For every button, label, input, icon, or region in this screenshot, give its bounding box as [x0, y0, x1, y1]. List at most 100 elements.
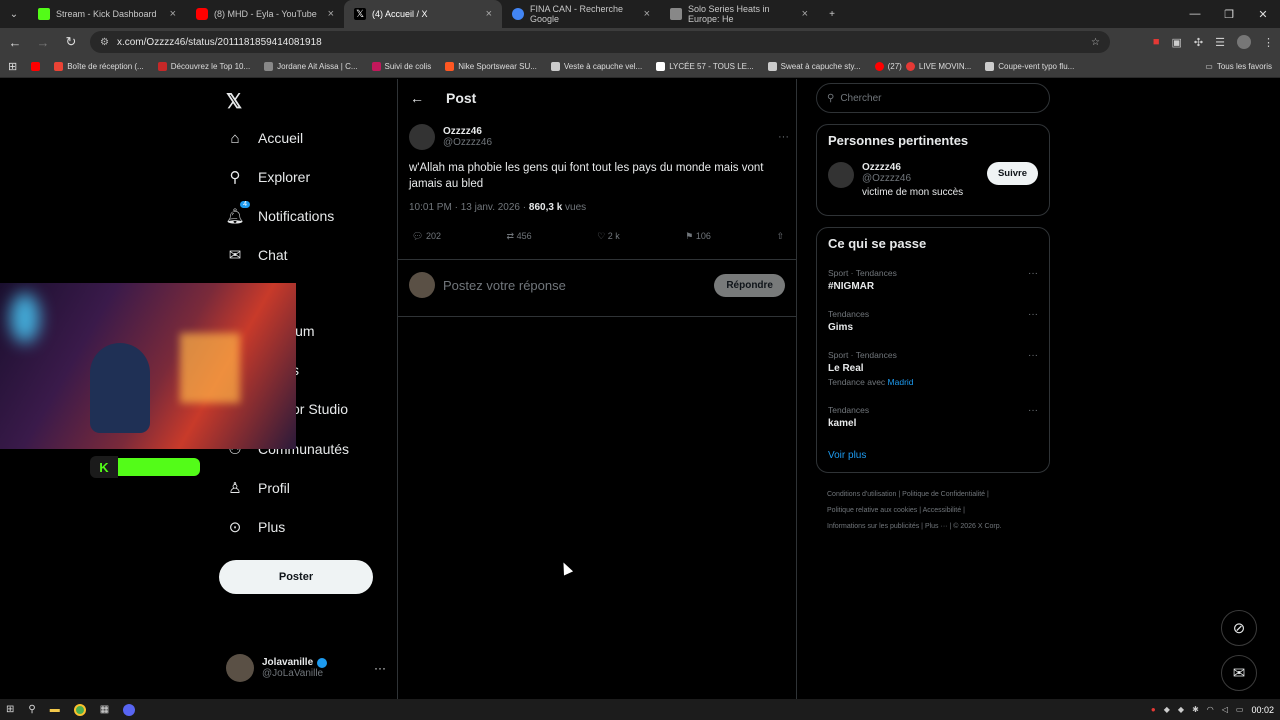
bookmark-item[interactable]: LYCÉE 57 - TOUS LE...	[656, 62, 754, 71]
new-tab-icon[interactable]: +	[818, 0, 846, 28]
nav-item-plus[interactable]: ⊙ Plus	[226, 518, 286, 536]
nav-item-chat[interactable]: ✉ Chat	[226, 246, 288, 264]
extension-icon[interactable]: ▣	[1172, 36, 1182, 49]
file-explorer-icon[interactable]: ▬	[50, 704, 60, 715]
extension-icon[interactable]: ■	[1153, 36, 1160, 48]
trend-item[interactable]: Tendances kamel ···	[828, 405, 1038, 429]
trend-more-icon[interactable]: ···	[1028, 268, 1038, 279]
trend-more-icon[interactable]: ···	[1028, 309, 1038, 320]
bookmark-action[interactable]: ⚑ 106	[685, 231, 711, 242]
follow-button[interactable]: Suivre	[986, 162, 1038, 185]
tray-icon[interactable]: ◆	[1178, 705, 1184, 714]
kebab-menu-icon[interactable]: ⋮	[1263, 36, 1274, 49]
x-logo-icon[interactable]: 𝕏	[226, 89, 242, 114]
back-icon[interactable]: ←	[6, 35, 24, 50]
trend-more-icon[interactable]: ···	[1028, 350, 1038, 361]
back-arrow-icon[interactable]: ←	[410, 90, 424, 106]
grok-button[interactable]: ⊘	[1221, 610, 1257, 646]
search-input[interactable]: ⚲ Chercher	[816, 83, 1050, 113]
apps-grid-icon[interactable]: ⊞	[8, 60, 17, 73]
author-handle[interactable]: @Ozzzz46	[443, 137, 492, 148]
more-dots-icon[interactable]: ···	[374, 661, 386, 675]
chrome-icon[interactable]	[73, 703, 86, 716]
author-avatar[interactable]	[409, 124, 435, 150]
url-bar[interactable]: ⚙ x.com/Ozzzz46/status/20111818594140819…	[90, 31, 1110, 53]
all-bookmarks-folder[interactable]: ▭ Tous les favoris	[1205, 62, 1272, 71]
browser-tab[interactable]: FINA CAN - Recherche Google ×	[502, 0, 660, 28]
clock[interactable]: 00:02	[1251, 705, 1274, 715]
bookmark-item[interactable]: Boîte de réception (...	[54, 62, 144, 71]
nav-item-notifications[interactable]: 🔔︎ 4 Notifications	[225, 201, 334, 225]
reply-action[interactable]: 💬︎ 202	[412, 231, 441, 242]
folder-icon: ▭	[1205, 62, 1213, 71]
forward-icon[interactable]: →	[34, 35, 52, 50]
tab-search-icon[interactable]: ⌄	[0, 0, 28, 28]
like-action[interactable]: ♡ 2 k	[597, 231, 620, 242]
repost-action[interactable]: ⇄ 456	[507, 231, 532, 242]
bookmark-item[interactable]: Découvrez le Top 10...	[157, 62, 250, 71]
app-icon[interactable]: ▦	[100, 704, 109, 715]
search-icon[interactable]: ⚲	[28, 704, 35, 715]
close-icon[interactable]: ×	[802, 8, 808, 20]
battery-icon[interactable]: ▭	[1236, 705, 1244, 714]
tray-icon[interactable]: ◆	[1164, 705, 1170, 714]
close-window-icon[interactable]: ✕	[1246, 0, 1280, 28]
bookmark-item[interactable]: Coupe-vent typo flu...	[985, 62, 1074, 71]
discord-icon[interactable]	[123, 703, 136, 716]
close-icon[interactable]: ×	[644, 8, 650, 20]
bookmark-item[interactable]: Jordane Ait Aissa | C...	[264, 62, 358, 71]
close-icon[interactable]: ×	[328, 8, 334, 20]
windows-start-icon[interactable]: ⊞	[6, 704, 14, 715]
mic-icon[interactable]: ●	[1151, 705, 1156, 714]
share-icon[interactable]: ⇧	[776, 231, 784, 242]
post-more-icon[interactable]: ···	[778, 131, 789, 143]
reply-button[interactable]: Répondre	[714, 273, 785, 297]
footer-link[interactable]: Politique de Confidentialité	[902, 491, 985, 498]
relevant-person[interactable]: Ozzzz46 @Ozzzz46 victime de mon succès S…	[828, 162, 1038, 198]
site-info-icon[interactable]: ⚙	[100, 37, 109, 48]
profile-avatar[interactable]	[1237, 35, 1251, 49]
bluetooth-icon[interactable]: ✱	[1192, 705, 1199, 714]
nav-item-accueil[interactable]: ⌂ Accueil	[226, 129, 303, 147]
star-icon[interactable]: ☆	[1091, 37, 1100, 48]
bookmark-item[interactable]	[31, 62, 41, 71]
footer-link[interactable]: Plus ···	[925, 523, 948, 530]
menu-icon[interactable]: ☰	[1215, 36, 1225, 49]
browser-tab[interactable]: Solo Series Heats in Europe: He ×	[660, 0, 818, 28]
browser-tab-active[interactable]: 𝕏 (4) Accueil / X ×	[344, 0, 502, 28]
puzzle-icon[interactable]: ✣	[1194, 36, 1203, 49]
messages-button[interactable]: ✉	[1221, 655, 1257, 691]
poster-button[interactable]: Poster	[219, 560, 373, 594]
bookmark-item[interactable]: (27) LIVE MOVIN...	[874, 62, 971, 71]
bookmark-item[interactable]: Nike Sportswear SU...	[445, 62, 537, 71]
minimize-icon[interactable]: —	[1178, 0, 1212, 28]
see-more-link[interactable]: Voir plus	[828, 450, 866, 461]
trend-more-icon[interactable]: ···	[1028, 405, 1038, 416]
trend-item[interactable]: Sport · Tendances Le Real Tendance avec …	[828, 350, 1038, 387]
reply-input[interactable]: Postez votre réponse	[443, 278, 566, 293]
trend-link[interactable]: Madrid	[888, 377, 914, 387]
post-timestamp[interactable]: 10:01 PM · 13 janv. 2026 ·	[409, 202, 529, 213]
author-name[interactable]: Ozzzz46	[443, 126, 492, 137]
close-icon[interactable]: ×	[486, 8, 492, 20]
footer-link[interactable]: Informations sur les publicités	[827, 523, 919, 530]
restore-icon[interactable]: ❐	[1212, 0, 1246, 28]
footer-link[interactable]: Accessibilité	[923, 507, 962, 514]
nav-item-explorer[interactable]: ⚲ Explorer	[226, 168, 311, 186]
account-switcher[interactable]: Jolavanille @JoLaVanille ···	[226, 654, 386, 682]
bookmark-item[interactable]: Suivi de colis	[371, 62, 431, 71]
nav-item-profil[interactable]: ♙ Profil	[226, 479, 290, 497]
footer-link[interactable]: Politique relative aux cookies	[827, 507, 917, 514]
footer-link[interactable]: Conditions d'utilisation	[827, 491, 896, 498]
close-icon[interactable]: ×	[170, 8, 176, 20]
volume-icon[interactable]: ◁	[1222, 705, 1228, 714]
browser-tab[interactable]: Stream - Kick Dashboard ×	[28, 0, 186, 28]
bookmark-item[interactable]: Veste à capuche vel...	[550, 62, 642, 71]
wifi-icon[interactable]: ◠	[1207, 705, 1214, 714]
browser-tab[interactable]: (8) MHD - Eyla - YouTube ×	[186, 0, 344, 28]
nav-item-creator-studio[interactable]: or Studio	[292, 401, 348, 417]
trend-item[interactable]: Tendances Gims ···	[828, 309, 1038, 333]
reload-icon[interactable]: ↻	[62, 34, 80, 50]
bookmark-item[interactable]: Sweat à capuche sty...	[767, 62, 861, 71]
trend-item[interactable]: Sport · Tendances #NIGMAR ···	[828, 268, 1038, 292]
